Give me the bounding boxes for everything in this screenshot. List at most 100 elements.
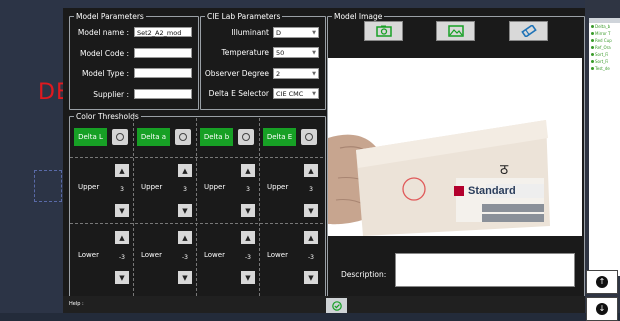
- help-label: Help :: [69, 301, 84, 307]
- list-item[interactable]: Test_de: [589, 65, 620, 72]
- upper-decrement-button[interactable]: ▼: [241, 204, 255, 217]
- lower-increment-button[interactable]: ▲: [304, 231, 318, 244]
- move-up-button[interactable]: ↑: [586, 270, 618, 294]
- bullet-icon: [591, 39, 594, 42]
- label-brand-text: Standard: [468, 185, 516, 197]
- refresh-icon: [116, 133, 124, 141]
- upper-increment-button[interactable]: ▲: [178, 164, 192, 177]
- refresh-icon: [242, 133, 250, 141]
- upper-value[interactable]: 3: [116, 186, 128, 193]
- list-item[interactable]: Ref_Ora: [589, 44, 620, 51]
- lower-value[interactable]: -3: [242, 254, 254, 261]
- delta-e-button[interactable]: Delta E: [263, 128, 296, 146]
- threshold-column-delta-b: Delta b ▲ Upper 3 ▼ ▲ Lower -3 ▼: [196, 128, 258, 293]
- delta-selector-label: Delta E Selector: [208, 89, 269, 98]
- lower-value[interactable]: -3: [116, 254, 128, 261]
- temperature-label: Temperature: [221, 48, 269, 57]
- sample-photo: [328, 58, 582, 236]
- lower-label: Lower: [141, 251, 162, 259]
- upper-decrement-button[interactable]: ▼: [115, 204, 129, 217]
- reset-delta-e-button[interactable]: [301, 129, 317, 145]
- bullet-icon: [591, 25, 594, 28]
- bullet-icon: [591, 67, 594, 70]
- eraser-icon: [520, 25, 537, 37]
- upper-decrement-button[interactable]: ▼: [178, 204, 192, 217]
- arrow-up-icon: ↑: [596, 276, 608, 288]
- delta-l-button[interactable]: Delta L: [74, 128, 107, 146]
- supplier-label: Supplier :: [93, 89, 129, 99]
- upper-label: Upper: [267, 183, 289, 191]
- chevron-down-icon: ▼: [312, 71, 316, 77]
- reset-delta-b-button[interactable]: [238, 129, 254, 145]
- lower-value[interactable]: -3: [179, 254, 191, 261]
- illuminant-select[interactable]: D ▼: [273, 27, 319, 38]
- lower-decrement-button[interactable]: ▼: [304, 271, 318, 284]
- model-name-label: Model name :: [77, 27, 129, 37]
- model-parameters-legend: Model Parameters: [76, 12, 144, 21]
- threshold-column-delta-a: Delta a ▲ Upper 3 ▼ ▲ Lower -3 ▼: [133, 128, 195, 293]
- delta-selector-select[interactable]: CIE CMC ▼: [273, 88, 319, 99]
- lower-increment-button[interactable]: ▲: [178, 231, 192, 244]
- bullet-icon: [591, 32, 594, 35]
- model-type-input[interactable]: [134, 68, 192, 78]
- list-item[interactable]: Sort_Fi: [589, 51, 620, 58]
- delta-b-button[interactable]: Delta b: [200, 128, 233, 146]
- list-item[interactable]: Mirror T: [589, 30, 620, 37]
- lower-increment-button[interactable]: ▲: [115, 231, 129, 244]
- lower-increment-button[interactable]: ▲: [241, 231, 255, 244]
- model-image-legend: Model Image: [334, 12, 383, 21]
- list-item[interactable]: Delta_b: [589, 23, 620, 30]
- label-glyph: ठ: [500, 162, 509, 178]
- capture-camera-button[interactable]: [364, 21, 403, 41]
- refresh-icon: [305, 133, 313, 141]
- reset-delta-l-button[interactable]: [112, 129, 128, 145]
- bullet-icon: [591, 46, 594, 49]
- model-code-label: Model Code :: [79, 48, 129, 58]
- load-image-button[interactable]: [436, 21, 475, 41]
- model-name-input[interactable]: Set2_A2_mod: [134, 27, 192, 37]
- supplier-input[interactable]: [134, 89, 192, 99]
- observer-select[interactable]: 2 ▼: [273, 68, 319, 79]
- description-label: Description:: [341, 270, 387, 279]
- model-list[interactable]: Delta_b Mirror T Red Cup Ref_Ora Sort_Fi…: [589, 18, 620, 276]
- upper-increment-button[interactable]: ▲: [304, 164, 318, 177]
- reset-delta-a-button[interactable]: [175, 129, 191, 145]
- clear-image-button[interactable]: [509, 21, 548, 41]
- chevron-down-icon: ▼: [312, 30, 316, 36]
- lower-decrement-button[interactable]: ▼: [241, 271, 255, 284]
- upper-value[interactable]: 3: [242, 186, 254, 193]
- upper-label: Upper: [78, 183, 100, 191]
- upper-value[interactable]: 3: [179, 186, 191, 193]
- save-button[interactable]: [326, 298, 347, 313]
- list-item[interactable]: Sort_Fi: [589, 58, 620, 65]
- refresh-icon: [179, 133, 187, 141]
- model-dialog: Model Parameters Model name : Set2_A2_mo…: [63, 8, 585, 313]
- bullet-icon: [591, 60, 594, 63]
- temperature-select[interactable]: 50 ▼: [273, 47, 319, 58]
- threshold-column-delta-e: Delta E ▲ Upper 3 ▼ ▲ Lower -3 ▼: [259, 128, 321, 293]
- delta-a-button[interactable]: Delta a: [137, 128, 170, 146]
- move-down-button[interactable]: ↓: [586, 297, 618, 321]
- image-icon: [447, 25, 464, 37]
- arrow-down-icon: ↓: [596, 303, 608, 315]
- upper-value[interactable]: 3: [305, 186, 317, 193]
- upper-increment-button[interactable]: ▲: [241, 164, 255, 177]
- upper-decrement-button[interactable]: ▼: [304, 204, 318, 217]
- upper-increment-button[interactable]: ▲: [115, 164, 129, 177]
- threshold-column-delta-l: Delta L ▲ Upper 3 ▼ ▲ Lower -3 ▼: [70, 128, 132, 293]
- camera-icon: [375, 25, 392, 37]
- upper-label: Upper: [141, 183, 163, 191]
- model-code-input[interactable]: [134, 48, 192, 58]
- list-item[interactable]: Red Cup: [589, 37, 620, 44]
- background-roi-box: [34, 170, 62, 202]
- bullet-icon: [591, 53, 594, 56]
- model-image-preview[interactable]: ठ Standard: [328, 58, 582, 236]
- check-icon: [331, 300, 342, 311]
- chevron-down-icon: ▼: [312, 50, 316, 56]
- description-input[interactable]: [395, 253, 575, 287]
- upper-label: Upper: [204, 183, 226, 191]
- lower-decrement-button[interactable]: ▼: [115, 271, 129, 284]
- lower-value[interactable]: -3: [305, 254, 317, 261]
- lower-decrement-button[interactable]: ▼: [178, 271, 192, 284]
- lower-label: Lower: [78, 251, 99, 259]
